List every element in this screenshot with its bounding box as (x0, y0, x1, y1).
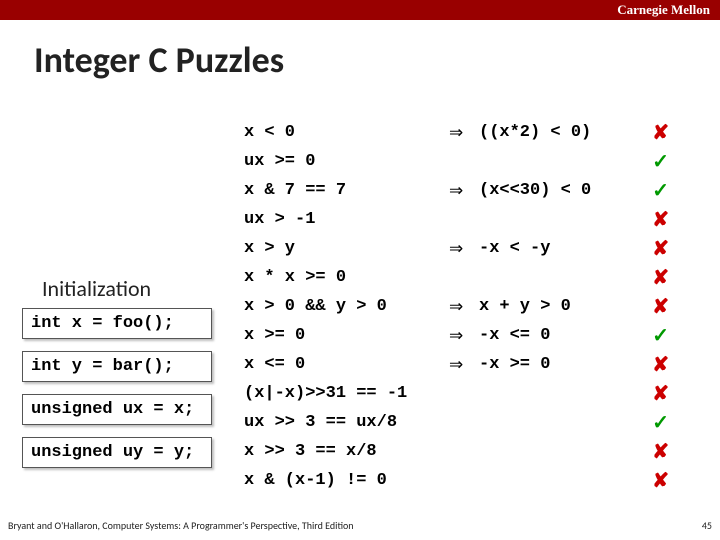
implies-arrow: ⇒ (449, 355, 479, 375)
implies-arrow: ⇒ (449, 181, 479, 201)
page-title: Integer C Puzzles (34, 38, 720, 82)
implies-arrow: ⇒ (449, 123, 479, 143)
puzzle-lhs: x > 0 && y > 0 (244, 297, 449, 316)
slide: Carnegie Mellon Integer C Puzzles Initia… (0, 0, 720, 540)
cross-icon: ✘ (639, 468, 669, 493)
init-box: int y = bar(); (22, 351, 212, 382)
puzzle-lhs: ux >= 0 (244, 152, 449, 171)
puzzle-lhs: x >> 3 == x/8 (244, 442, 449, 461)
puzzle-lhs: x < 0 (244, 123, 449, 142)
puzzle-rhs: (x<<30) < 0 (479, 181, 639, 200)
puzzle-lhs: x >= 0 (244, 326, 449, 345)
init-box: unsigned uy = y; (22, 437, 212, 468)
footer: Bryant and O'Hallaron, Computer Systems:… (8, 519, 712, 532)
puzzle-lhs: x * x >= 0 (244, 268, 449, 287)
cross-icon: ✘ (639, 120, 669, 145)
implies-arrow: ⇒ (449, 239, 479, 259)
puzzle-lhs: ux >> 3 == ux/8 (244, 413, 449, 432)
puzzle-grid: x < 0⇒((x*2) < 0)✘ux >= 0✓x & 7 == 7⇒(x<… (244, 120, 669, 493)
puzzle-rhs: -x >= 0 (479, 355, 639, 374)
implies-arrow: ⇒ (449, 326, 479, 346)
puzzle-rhs: ((x*2) < 0) (479, 123, 639, 142)
check-icon: ✓ (639, 149, 669, 174)
puzzle-rhs: -x <= 0 (479, 326, 639, 345)
puzzle-rhs: x + y > 0 (479, 297, 639, 316)
check-icon: ✓ (639, 410, 669, 435)
initialization-heading: Initialization (42, 275, 151, 302)
cross-icon: ✘ (639, 294, 669, 319)
puzzle-rhs: -x < -y (479, 239, 639, 258)
cross-icon: ✘ (639, 236, 669, 261)
footer-citation: Bryant and O'Hallaron, Computer Systems:… (8, 519, 354, 532)
init-box: int x = foo(); (22, 308, 212, 339)
initialization-boxes: int x = foo(); int y = bar(); unsigned u… (22, 308, 212, 468)
puzzle-lhs: x & (x-1) != 0 (244, 471, 449, 490)
header-bar (0, 0, 720, 20)
cross-icon: ✘ (639, 439, 669, 464)
cross-icon: ✘ (639, 265, 669, 290)
puzzle-lhs: x > y (244, 239, 449, 258)
init-box: unsigned ux = x; (22, 394, 212, 425)
check-icon: ✓ (639, 323, 669, 348)
cross-icon: ✘ (639, 352, 669, 377)
puzzle-lhs: ux > -1 (244, 210, 449, 229)
cross-icon: ✘ (639, 381, 669, 406)
cross-icon: ✘ (639, 207, 669, 232)
check-icon: ✓ (639, 178, 669, 203)
implies-arrow: ⇒ (449, 297, 479, 317)
puzzle-lhs: x & 7 == 7 (244, 181, 449, 200)
slide-number: 45 (702, 519, 712, 532)
puzzle-lhs: (x|-x)>>31 == -1 (244, 384, 449, 403)
university-label: Carnegie Mellon (617, 2, 710, 18)
puzzle-lhs: x <= 0 (244, 355, 449, 374)
